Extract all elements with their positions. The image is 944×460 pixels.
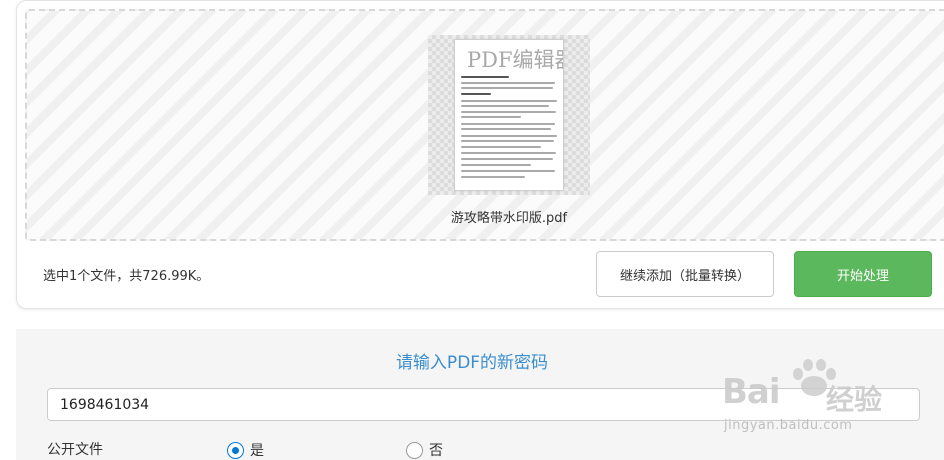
text-line	[461, 111, 556, 113]
password-panel: 请输入PDF的新密码 公开文件 是 否	[16, 329, 944, 460]
password-panel-title: 请输入PDF的新密码	[395, 353, 549, 373]
selection-status: 选中1个文件，共726.99K。	[43, 269, 210, 284]
radio-label-yes: 是	[250, 443, 264, 459]
public-yes-radio[interactable]: 是	[227, 440, 264, 460]
text-line	[461, 123, 555, 125]
text-line	[461, 82, 555, 84]
add-files-button[interactable]: 继续添加（批量转换）	[596, 251, 774, 297]
thumbnail-watermark: PDF编辑器	[467, 48, 563, 72]
pdf-page-preview: PDF编辑器	[454, 39, 564, 191]
file-name: 游攻略带水印版.pdf	[450, 211, 568, 226]
public-file-label: 公开文件	[47, 442, 103, 458]
text-line	[461, 116, 521, 118]
text-line	[461, 93, 491, 95]
file-card[interactable]: PDF编辑器 游攻略带水印版.pdf	[428, 35, 590, 226]
text-line	[461, 152, 556, 154]
text-line	[461, 140, 554, 142]
public-no-radio[interactable]: 否	[406, 440, 443, 460]
radio-label-no: 否	[429, 443, 443, 459]
text-line	[461, 176, 525, 178]
radio-unchecked-icon[interactable]	[406, 441, 423, 459]
text-line	[461, 158, 553, 160]
file-thumbnail: PDF编辑器	[428, 35, 590, 195]
text-line	[461, 76, 509, 78]
file-dropzone[interactable]: PDF编辑器 游攻略带水印版.pdf	[25, 9, 944, 241]
new-password-input[interactable]	[47, 388, 920, 421]
text-line	[461, 170, 555, 172]
text-line	[461, 146, 541, 148]
upload-panel: PDF编辑器 游攻略带水印版.pdf 选中1个文件，共726.99K。 继续添加…	[16, 0, 944, 309]
text-line	[461, 135, 557, 137]
text-line	[461, 164, 531, 166]
start-processing-button[interactable]: 开始处理	[794, 251, 932, 297]
radio-checked-icon[interactable]	[227, 441, 244, 459]
text-line	[461, 100, 557, 102]
text-line	[461, 105, 549, 107]
text-line	[461, 87, 553, 89]
text-line	[461, 128, 551, 130]
